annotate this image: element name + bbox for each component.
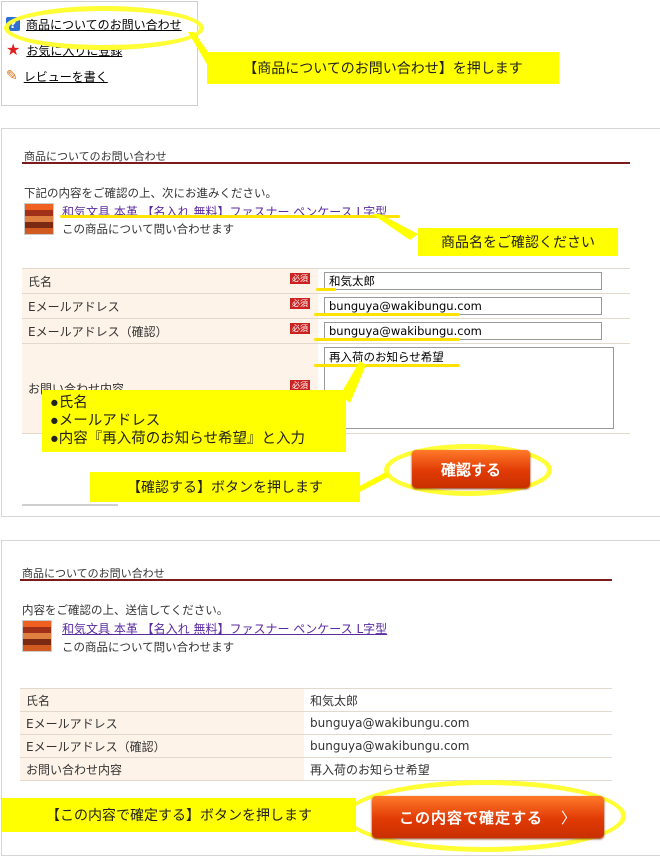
row-value: bunguya@wakibungu.com [304,734,612,758]
review-link-row[interactable]: ✎ レビューを書く [6,66,108,86]
product-name-link[interactable]: 和気文具 本革 【名入れ 無料】ファスナー ペンケース L字型 [62,620,387,637]
field-label: Eメールアドレス（確認） [28,324,168,339]
product-highlight [60,215,400,218]
row-value: bunguya@wakibungu.com [304,711,612,735]
name-field[interactable]: 和気太郎 [324,272,602,290]
pencil-icon: ✎ [6,68,18,84]
row-label: お問い合わせ内容 [20,757,304,781]
submit-button[interactable]: この内容で確定する 〉 [372,796,604,838]
required-badge: 必須 [290,272,310,284]
callout-inputs: ●氏名 ●メールアドレス ●内容『再入荷のお知らせ希望』と入力 [42,390,346,452]
confirm-table: 氏名 和気太郎 Eメールアドレス bunguya@wakibungu.com E… [20,688,612,781]
product-thumbnail [22,620,52,652]
field-label: Eメールアドレス [28,299,120,314]
callout-line: ●メールアドレス [50,413,161,429]
chevron-right-icon: 〉 [561,808,578,827]
confirm-row-email: Eメールアドレス bunguya@wakibungu.com [20,711,612,735]
row-value: 和気太郎 [304,688,612,712]
callout-line: ●氏名 [50,395,88,411]
required-badge: 必須 [290,322,310,334]
product-subtext: この商品について問い合わせます [62,222,235,236]
callout-submit: 【この内容で確定する】ボタンを押します [2,798,356,832]
required-badge: 必須 [290,297,310,309]
row-label: Eメールアドレス（確認） [20,734,304,758]
row-value: 再入荷のお知らせ希望 [304,757,612,781]
confirm-row-email-confirm: Eメールアドレス（確認） bunguya@wakibungu.com [20,734,612,758]
divider [22,504,118,506]
callout-inquiry: 【商品についてのお問い合わせ】を押します [207,52,559,84]
row-label: 氏名 [20,688,304,712]
highlight-ring [4,6,204,50]
email-confirm-highlight [314,338,460,341]
name-highlight [316,288,336,291]
product-subtext: この商品について問い合わせます [62,640,235,654]
callout-product: 商品名をご確認ください [418,228,618,256]
star-icon: ★ [6,40,21,59]
field-label: 氏名 [28,274,53,289]
row-label: Eメールアドレス [20,711,304,735]
product-thumbnail [24,203,54,235]
review-link[interactable]: レビューを書く [24,68,108,85]
intro-text: 下記の内容をご確認の上、次にお進みください。 [24,186,277,200]
callout-pointer [372,214,418,240]
callout-line: ●内容『再入荷のお知らせ希望』と入力 [50,431,305,447]
email-highlight [314,313,460,316]
intro-text: 内容をご確認の上、送信してください。 [22,603,229,617]
section-rule [22,162,630,164]
section-rule [20,579,612,581]
confirm-row-message: お問い合わせ内容 再入荷のお知らせ希望 [20,757,612,781]
submit-label: この内容で確定する [398,808,543,827]
confirm-button[interactable]: 確認する [412,450,530,488]
callout-confirm: 【確認する】ボタンを押します [90,472,360,502]
confirm-row-name: 氏名 和気太郎 [20,688,612,712]
